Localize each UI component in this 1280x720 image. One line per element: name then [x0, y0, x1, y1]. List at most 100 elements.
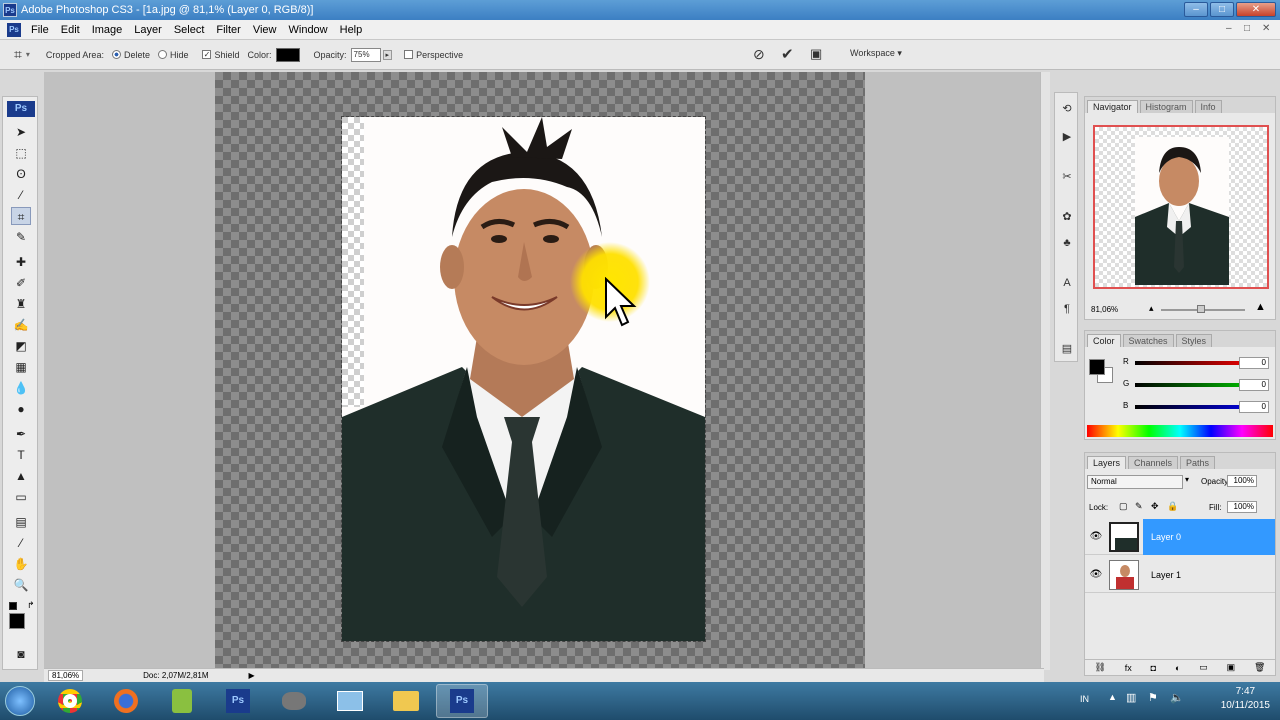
layer-0-name[interactable]: Layer 0: [1143, 518, 1275, 555]
marquee-tool-icon[interactable]: ⬚: [11, 144, 31, 162]
navigator-zoom[interactable]: 81,06%: [1091, 305, 1118, 314]
shape-tool-icon[interactable]: ▭: [11, 488, 31, 506]
crop-tool-icon[interactable]: ⌗: [14, 46, 22, 63]
zoom-out-icon[interactable]: ▴: [1149, 303, 1154, 314]
vertical-scrollbar[interactable]: [1040, 72, 1050, 670]
g-value[interactable]: 0: [1239, 379, 1269, 391]
tab-styles[interactable]: Styles: [1175, 334, 1213, 347]
fill-input[interactable]: 100%: [1227, 501, 1257, 513]
volume-icon[interactable]: 🔈: [1170, 691, 1184, 704]
doc-minimize-icon[interactable]: –: [1226, 23, 1232, 34]
bridge-icon[interactable]: ▣: [810, 46, 822, 62]
opacity-input[interactable]: 75%: [350, 47, 381, 62]
minimize-button[interactable]: –: [1184, 2, 1208, 17]
hand-tool-icon[interactable]: ✋: [11, 555, 31, 573]
quick-mask-icon[interactable]: ◙: [11, 645, 31, 663]
notes-tool-icon[interactable]: ▤: [11, 513, 31, 531]
paragraph-panel-icon[interactable]: ¶: [1059, 301, 1075, 317]
color-foreground-swatch[interactable]: [1089, 359, 1105, 375]
layer-row-layer-1[interactable]: 👁 Layer 1: [1085, 557, 1275, 593]
menu-window[interactable]: Window: [289, 24, 328, 36]
doc-close-icon[interactable]: ✕: [1262, 23, 1270, 34]
layer-opacity-input[interactable]: 100%: [1227, 475, 1257, 487]
navigator-slider-handle[interactable]: [1197, 305, 1205, 313]
blur-tool-icon[interactable]: 💧: [11, 379, 31, 397]
move-tool-icon[interactable]: ➤: [11, 123, 31, 141]
adjustment-layer-icon[interactable]: ◐: [1175, 663, 1180, 673]
layer-style-icon[interactable]: fx: [1125, 663, 1132, 673]
g-slider[interactable]: [1135, 383, 1243, 387]
character-panel-icon[interactable]: A: [1059, 275, 1075, 291]
tab-paths[interactable]: Paths: [1180, 456, 1216, 469]
eraser-tool-icon[interactable]: ◩: [11, 337, 31, 355]
close-button[interactable]: ✕: [1236, 2, 1276, 17]
lock-image-icon[interactable]: ✎: [1135, 501, 1143, 512]
brush-tool-icon[interactable]: ✐: [11, 274, 31, 292]
lasso-tool-icon[interactable]: ʘ: [11, 165, 31, 183]
start-button[interactable]: [0, 682, 40, 720]
visibility-eye-icon[interactable]: 👁: [1089, 531, 1103, 542]
new-group-icon[interactable]: ▭: [1199, 662, 1208, 673]
menu-layer[interactable]: Layer: [134, 24, 162, 36]
foreground-color-swatch[interactable]: [9, 613, 25, 629]
tab-histogram[interactable]: Histogram: [1139, 100, 1193, 113]
opacity-dropdown-icon[interactable]: ▸: [382, 49, 393, 60]
show-hidden-icons-icon[interactable]: ▲: [1108, 692, 1117, 702]
tool-taskbar-icon[interactable]: [268, 684, 320, 718]
history-panel-icon[interactable]: ⟲: [1059, 101, 1075, 117]
menu-help[interactable]: Help: [340, 24, 363, 36]
b-slider[interactable]: [1135, 405, 1243, 409]
r-slider[interactable]: [1135, 361, 1243, 365]
tab-navigator[interactable]: Navigator: [1087, 100, 1138, 113]
lock-transparent-icon[interactable]: ▢: [1119, 501, 1128, 512]
brushes-icon[interactable]: ✿: [1059, 209, 1075, 225]
hide-radio[interactable]: Hide: [157, 50, 188, 60]
document-icon[interactable]: Ps: [7, 22, 21, 37]
blend-mode-select[interactable]: Normal: [1087, 475, 1183, 489]
type-tool-icon[interactable]: T: [11, 446, 31, 464]
layer-row-layer-0[interactable]: 👁 Layer 0: [1085, 518, 1275, 555]
chrome-taskbar-icon[interactable]: [44, 684, 96, 718]
path-selection-tool-icon[interactable]: ▲: [11, 467, 31, 485]
visibility-eye-icon[interactable]: 👁: [1089, 569, 1103, 580]
menu-select[interactable]: Select: [174, 24, 205, 36]
image-content[interactable]: [341, 116, 706, 642]
cancel-crop-icon[interactable]: ⊘: [753, 46, 765, 63]
photoshop-taskbar-icon[interactable]: Ps: [212, 684, 264, 718]
doc-restore-icon[interactable]: □: [1244, 23, 1250, 34]
menu-view[interactable]: View: [253, 24, 277, 36]
language-indicator[interactable]: IN: [1080, 694, 1089, 704]
action-center-icon[interactable]: ⚑: [1148, 691, 1158, 704]
notes-taskbar-icon[interactable]: [156, 684, 208, 718]
b-value[interactable]: 0: [1239, 401, 1269, 413]
blend-dropdown-icon[interactable]: ▾: [1185, 475, 1189, 484]
tool-preset-dropdown-icon[interactable]: ▾: [26, 50, 30, 59]
workspace-button[interactable]: Workspace ▾: [850, 48, 902, 59]
clone-source-icon[interactable]: ♣: [1059, 235, 1075, 251]
folder-taskbar-icon[interactable]: [380, 684, 432, 718]
maximize-button[interactable]: □: [1210, 2, 1234, 17]
link-layers-icon[interactable]: ⛓: [1094, 662, 1105, 673]
layer-1-name[interactable]: Layer 1: [1151, 570, 1181, 580]
menu-file[interactable]: File: [31, 24, 49, 36]
tab-info[interactable]: Info: [1194, 100, 1222, 113]
commit-crop-icon[interactable]: ✔: [781, 45, 794, 63]
layer-mask-icon[interactable]: ◘: [1151, 663, 1156, 673]
new-layer-icon[interactable]: ▣: [1227, 662, 1236, 673]
clone-stamp-tool-icon[interactable]: ♜: [11, 295, 31, 313]
slice-tool-icon[interactable]: ✎: [11, 228, 31, 246]
magic-wand-tool-icon[interactable]: ⁄: [11, 186, 31, 204]
shield-checkbox[interactable]: ✓ Shield: [202, 50, 240, 60]
navigator-preview[interactable]: [1093, 125, 1269, 289]
menu-image[interactable]: Image: [92, 24, 123, 36]
default-colors-icon[interactable]: [9, 602, 17, 610]
swap-colors-icon[interactable]: ↱: [27, 600, 35, 611]
dodge-tool-icon[interactable]: ●: [11, 400, 31, 418]
zoom-tool-icon[interactable]: 🔍: [11, 576, 31, 594]
delete-layer-icon[interactable]: 🗑: [1254, 662, 1265, 673]
zoom-level[interactable]: 81,06%: [48, 670, 84, 681]
layer-comps-icon[interactable]: ▤: [1059, 341, 1075, 357]
crop-tool-button-icon[interactable]: ⌗: [11, 207, 31, 225]
history-brush-tool-icon[interactable]: ✍: [11, 316, 31, 334]
gradient-tool-icon[interactable]: ▦: [11, 358, 31, 376]
